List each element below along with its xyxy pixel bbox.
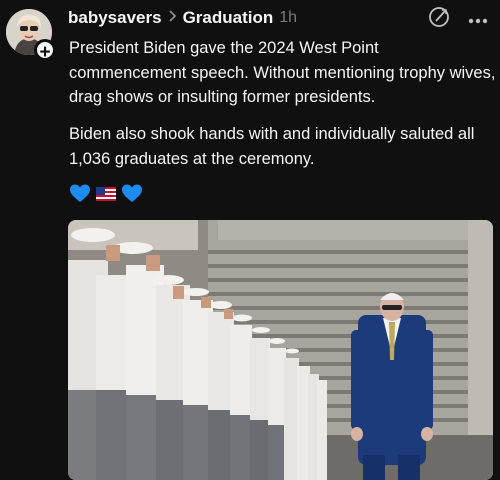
header-actions [428, 6, 488, 33]
follow-plus-icon[interactable]: + [34, 39, 56, 63]
emoji-row [70, 184, 142, 208]
post-header: babysavers Graduation 1h [68, 7, 297, 29]
post-text-paragraph-2: Biden also shook hands with and individu… [69, 125, 475, 168]
blue-heart-icon [122, 184, 142, 208]
blue-heart-icon [70, 184, 90, 208]
chevron-right-icon [168, 9, 177, 28]
community-name[interactable]: Graduation [183, 8, 274, 28]
post-image[interactable] [68, 220, 493, 480]
edit-circle-icon[interactable] [428, 6, 450, 33]
username[interactable]: babysavers [68, 8, 162, 28]
us-flag-icon [96, 186, 116, 206]
more-icon[interactable] [468, 11, 488, 29]
ceremony-photo [68, 220, 493, 480]
post-time: 1h [279, 9, 298, 26]
post-text-paragraph-1: President Biden gave the 2024 West Point… [69, 39, 496, 106]
